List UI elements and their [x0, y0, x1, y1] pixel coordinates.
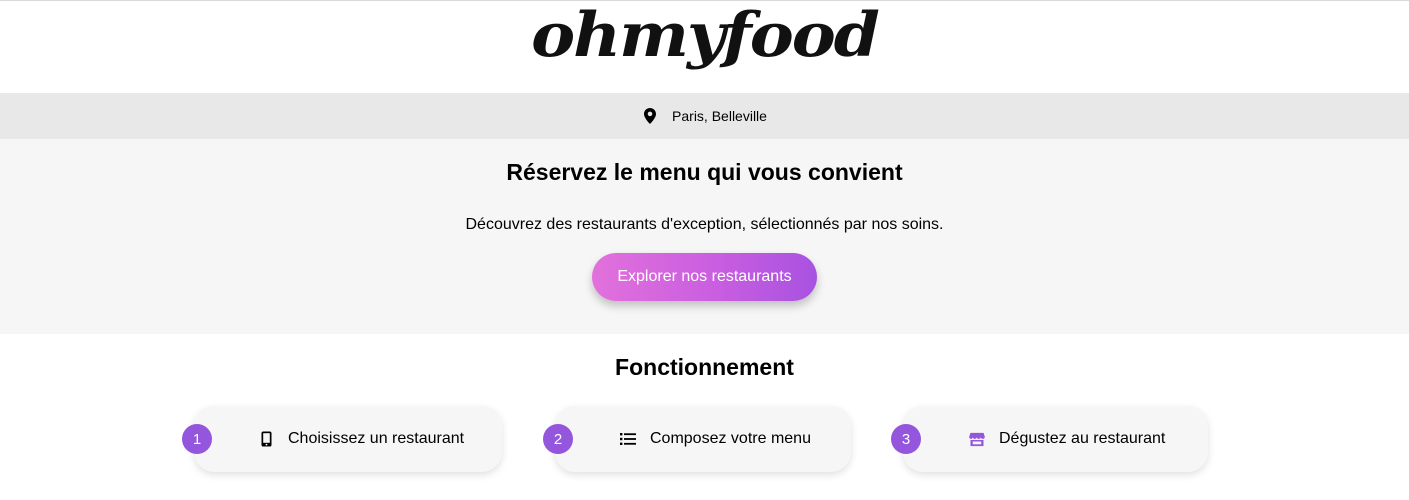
ohmyfood-logo[interactable]: ohmyfood	[531, 1, 880, 69]
list-icon	[620, 431, 636, 447]
location-bar: Paris, Belleville	[0, 93, 1409, 139]
hero-section: Réservez le menu qui vous convient Décou…	[0, 139, 1409, 334]
page: ohmyfood Paris, Belleville Réservez le m…	[0, 0, 1409, 500]
steps-list: 1 Choisissez un restaurant 2 Composez vo…	[0, 381, 1409, 472]
mobile-phone-icon	[258, 431, 274, 447]
explore-restaurants-button[interactable]: Explorer nos restaurants	[592, 253, 817, 301]
site-header: ohmyfood	[0, 1, 1409, 93]
step-content: Choisissez un restaurant	[258, 430, 464, 448]
step-content: Composez votre menu	[620, 430, 811, 448]
map-pin-icon	[642, 108, 658, 124]
step-number-badge: 1	[182, 424, 212, 454]
step-label: Composez votre menu	[650, 430, 811, 447]
step-card-3: 3 Dégustez au restaurant	[891, 406, 1208, 472]
how-it-works-section: Fonctionnement 1 Choisissez un restauran…	[0, 334, 1409, 472]
how-it-works-title: Fonctionnement	[615, 354, 794, 380]
location-text: Paris, Belleville	[672, 108, 767, 124]
step-label: Choisissez un restaurant	[288, 430, 465, 447]
step-card-2: 2 Composez votre menu	[543, 406, 851, 472]
store-icon	[969, 431, 985, 447]
hero-title: Réservez le menu qui vous convient	[506, 159, 903, 185]
hero-subtitle: Découvrez des restaurants d'exception, s…	[465, 216, 944, 233]
step-card-1: 1 Choisissez un restaurant	[182, 406, 502, 472]
step-number-badge: 2	[543, 424, 573, 454]
step-number-badge: 3	[891, 424, 921, 454]
step-label: Dégustez au restaurant	[999, 430, 1166, 447]
step-content: Dégustez au restaurant	[969, 430, 1165, 448]
